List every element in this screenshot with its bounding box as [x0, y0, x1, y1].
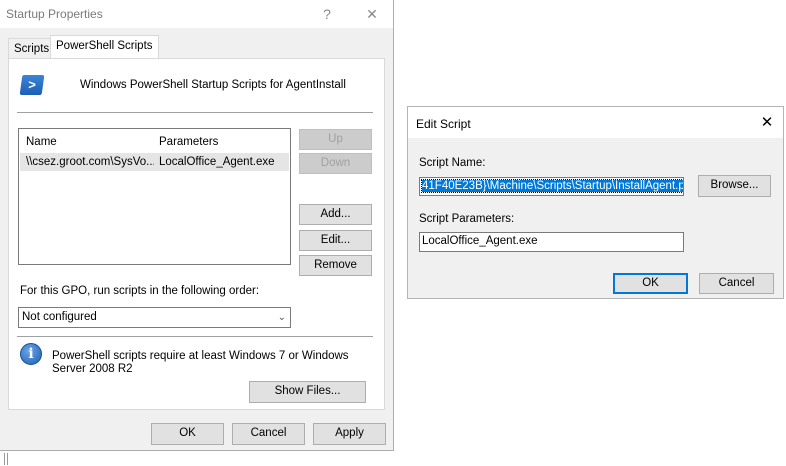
window-title: Startup Properties	[6, 7, 103, 21]
header-text: Windows PowerShell Startup Scripts for A…	[80, 79, 346, 91]
ok-button[interactable]: OK	[613, 273, 688, 294]
up-button[interactable]: Up	[299, 129, 372, 150]
script-parameters-value: LocalOffice_Agent.exe	[422, 235, 538, 247]
info-icon: i	[20, 343, 42, 365]
close-icon[interactable]: ✕	[757, 113, 777, 133]
chevron-down-icon: ⌄	[277, 312, 286, 323]
startup-properties-window: Startup Properties ? ✕ Scripts PowerShel…	[0, 0, 394, 451]
add-button[interactable]: Add...	[299, 204, 372, 225]
divider	[17, 112, 373, 113]
show-files-button[interactable]: Show Files...	[249, 381, 366, 403]
powershell-icon: >	[19, 75, 45, 95]
edit-button[interactable]: Edit...	[299, 230, 372, 251]
order-select-value: Not configured	[22, 311, 97, 323]
info-text: PowerShell scripts require at least Wind…	[52, 350, 349, 375]
remove-button[interactable]: Remove	[299, 255, 372, 276]
cancel-button[interactable]: Cancel	[232, 423, 305, 445]
script-name-input[interactable]: 41F40E23B}\Machine\Scripts\Startup\Insta…	[419, 177, 684, 196]
scripts-list[interactable]: Name Parameters \\csez.groot.com\SysVo..…	[18, 128, 291, 265]
title-bar: Startup Properties ? ✕	[0, 0, 393, 28]
script-parameters-label: Script Parameters:	[419, 213, 515, 225]
order-select[interactable]: Not configured ⌄	[18, 307, 291, 328]
browse-button[interactable]: Browse...	[698, 175, 771, 197]
row-parameters-cell[interactable]: LocalOffice_Agent.exe	[159, 156, 284, 168]
title-bar: Edit Script ✕	[408, 107, 783, 138]
tab-powershell-scripts[interactable]: PowerShell Scripts	[50, 35, 159, 58]
column-header-parameters[interactable]: Parameters	[159, 136, 218, 148]
help-icon[interactable]: ?	[312, 4, 342, 24]
divider	[17, 336, 373, 337]
column-header-name[interactable]: Name	[26, 136, 57, 148]
ok-button[interactable]: OK	[151, 423, 224, 445]
script-name-value: 41F40E23B}\Machine\Scripts\Startup\Insta…	[421, 179, 683, 193]
close-icon[interactable]: ✕	[357, 4, 387, 24]
dialog-title: Edit Script	[416, 117, 471, 131]
order-label: For this GPO, run scripts in the followi…	[20, 285, 260, 297]
script-parameters-input[interactable]: LocalOffice_Agent.exe	[419, 232, 684, 252]
apply-button[interactable]: Apply	[313, 423, 386, 445]
cancel-button[interactable]: Cancel	[699, 273, 774, 294]
script-name-label: Script Name:	[419, 157, 486, 169]
row-name-cell[interactable]: \\csez.groot.com\SysVo...	[26, 156, 154, 168]
decorative-line	[7, 453, 8, 465]
edit-script-dialog: Edit Script ✕ Script Name: 41F40E23B}\Ma…	[407, 106, 784, 299]
down-button[interactable]: Down	[299, 153, 372, 174]
tab-scripts[interactable]: Scripts	[8, 38, 56, 58]
decorative-line	[4, 453, 5, 465]
